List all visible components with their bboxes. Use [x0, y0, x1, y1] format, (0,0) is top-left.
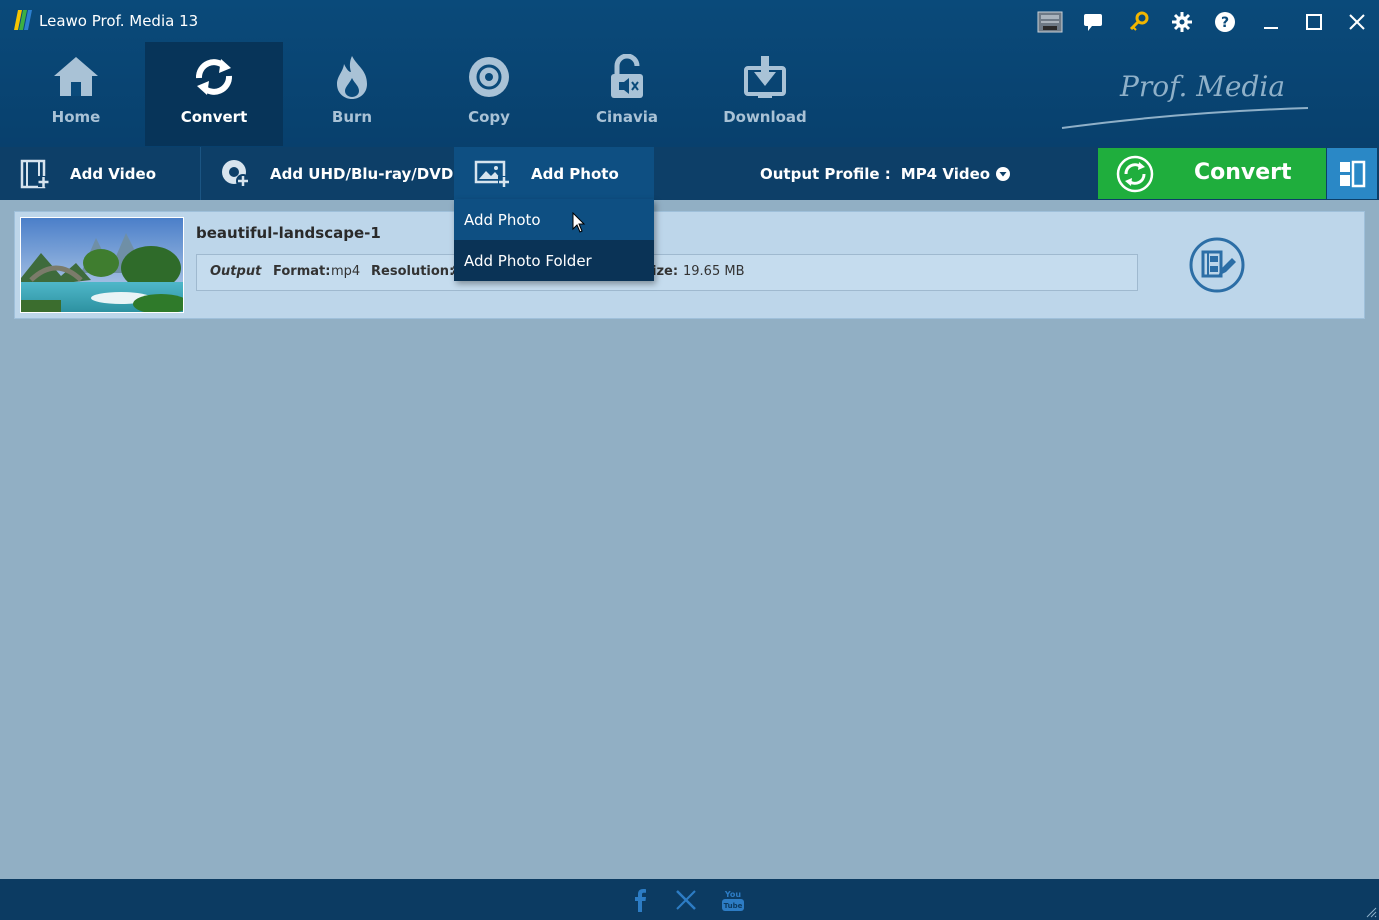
file-name: beautiful-landscape-1: [196, 224, 381, 242]
help-icon[interactable]: ?: [1211, 8, 1239, 36]
output-profile-value: MP4 Video: [900, 164, 991, 183]
output-info-box: Output Format: mp4 Resolution: 8 ize: 19…: [196, 254, 1138, 291]
gear-icon[interactable]: [1168, 8, 1196, 36]
video-thumbnail[interactable]: [20, 217, 184, 313]
add-disc-label: Add UHD/Blu-ray/DVD: [270, 164, 454, 183]
convert-button-label: Convert: [1194, 160, 1292, 185]
facebook-icon[interactable]: [627, 887, 653, 913]
add-photo-label: Add Photo: [531, 164, 619, 183]
x-twitter-icon[interactable]: [673, 887, 699, 913]
nav-label: Cinavia: [596, 108, 658, 126]
flame-icon: [337, 56, 367, 99]
add-photo-button[interactable]: Add Photo: [454, 147, 654, 200]
nav-burn[interactable]: Burn: [283, 42, 421, 146]
output-profile-label: Output Profile :: [760, 164, 891, 183]
format-value: mp4: [331, 264, 361, 279]
home-icon: [54, 57, 98, 96]
size-value: 19.65 MB: [683, 264, 745, 279]
app-header: Leawo Prof. Media 13 ? Home Convert Burn…: [0, 0, 1379, 147]
key-icon[interactable]: [1125, 8, 1153, 36]
mouse-cursor-icon: [572, 212, 586, 233]
resolution-label: Resolution:: [371, 264, 455, 279]
svg-text:Prof. Media: Prof. Media: [1119, 70, 1285, 103]
add-video-button[interactable]: Add Video: [0, 147, 200, 200]
layout-icon: [1340, 160, 1366, 187]
app-logo-icon: [14, 10, 32, 30]
download-icon: [744, 56, 786, 98]
youtube-icon[interactable]: You Tube: [720, 887, 746, 913]
layout-toggle-button[interactable]: [1327, 148, 1377, 199]
svg-text:You: You: [724, 890, 742, 899]
close-icon[interactable]: [1343, 8, 1371, 36]
nav-label: Home: [51, 108, 101, 126]
nav-label: Copy: [468, 108, 510, 126]
footer-bar: You Tube: [0, 879, 1379, 920]
convert-button[interactable]: Convert: [1098, 148, 1326, 199]
film-add-icon: [20, 159, 49, 188]
format-label: Format:: [273, 264, 331, 279]
nav-copy[interactable]: Copy: [420, 42, 558, 146]
add-disc-button[interactable]: Add UHD/Blu-ray/DVD: [201, 147, 454, 200]
disc-add-icon: [222, 159, 250, 188]
add-photo-dropdown: Add Photo Add Photo Folder: [454, 199, 654, 281]
add-video-label: Add Video: [70, 164, 157, 183]
landscape-thumbnail-image: [21, 218, 183, 312]
convert-icon: [196, 59, 232, 95]
nav-home[interactable]: Home: [7, 42, 145, 146]
gpu-acceleration-icon[interactable]: [1036, 8, 1064, 36]
svg-text:Tube: Tube: [724, 902, 743, 910]
disc-icon: [469, 57, 509, 97]
window-title: Leawo Prof. Media 13: [39, 12, 199, 30]
chevron-down-icon: [996, 166, 1011, 181]
brand-logo: Prof. Media: [1061, 70, 1309, 129]
photo-add-icon: [474, 160, 510, 188]
svg-text:?: ?: [1221, 15, 1229, 31]
nav-cinavia[interactable]: Cinavia: [558, 42, 696, 146]
nav-convert[interactable]: Convert: [145, 42, 283, 146]
nav-download[interactable]: Download: [696, 42, 834, 146]
minimize-icon[interactable]: [1257, 8, 1285, 36]
dropdown-item-add-photo[interactable]: Add Photo: [454, 199, 654, 240]
convert-icon: [1116, 155, 1154, 193]
size-label: ize:: [652, 264, 679, 279]
nav-label: Download: [723, 108, 807, 126]
nav-label: Convert: [180, 108, 248, 126]
output-profile-selector[interactable]: Output Profile : MP4 Video: [760, 147, 1011, 200]
feedback-icon[interactable]: [1079, 8, 1107, 36]
title-bar: Leawo Prof. Media 13 ?: [0, 0, 1379, 42]
resize-grip-icon[interactable]: [1365, 906, 1377, 918]
video-item-card[interactable]: beautiful-landscape-1 Output Format: mp4…: [14, 211, 1365, 319]
nav-label: Burn: [331, 108, 373, 126]
dropdown-item-add-photo-folder[interactable]: Add Photo Folder: [454, 240, 654, 281]
maximize-icon[interactable]: [1300, 8, 1328, 36]
unlock-icon: [611, 54, 643, 98]
edit-video-icon[interactable]: [1188, 236, 1246, 294]
output-label: Output: [210, 264, 262, 279]
